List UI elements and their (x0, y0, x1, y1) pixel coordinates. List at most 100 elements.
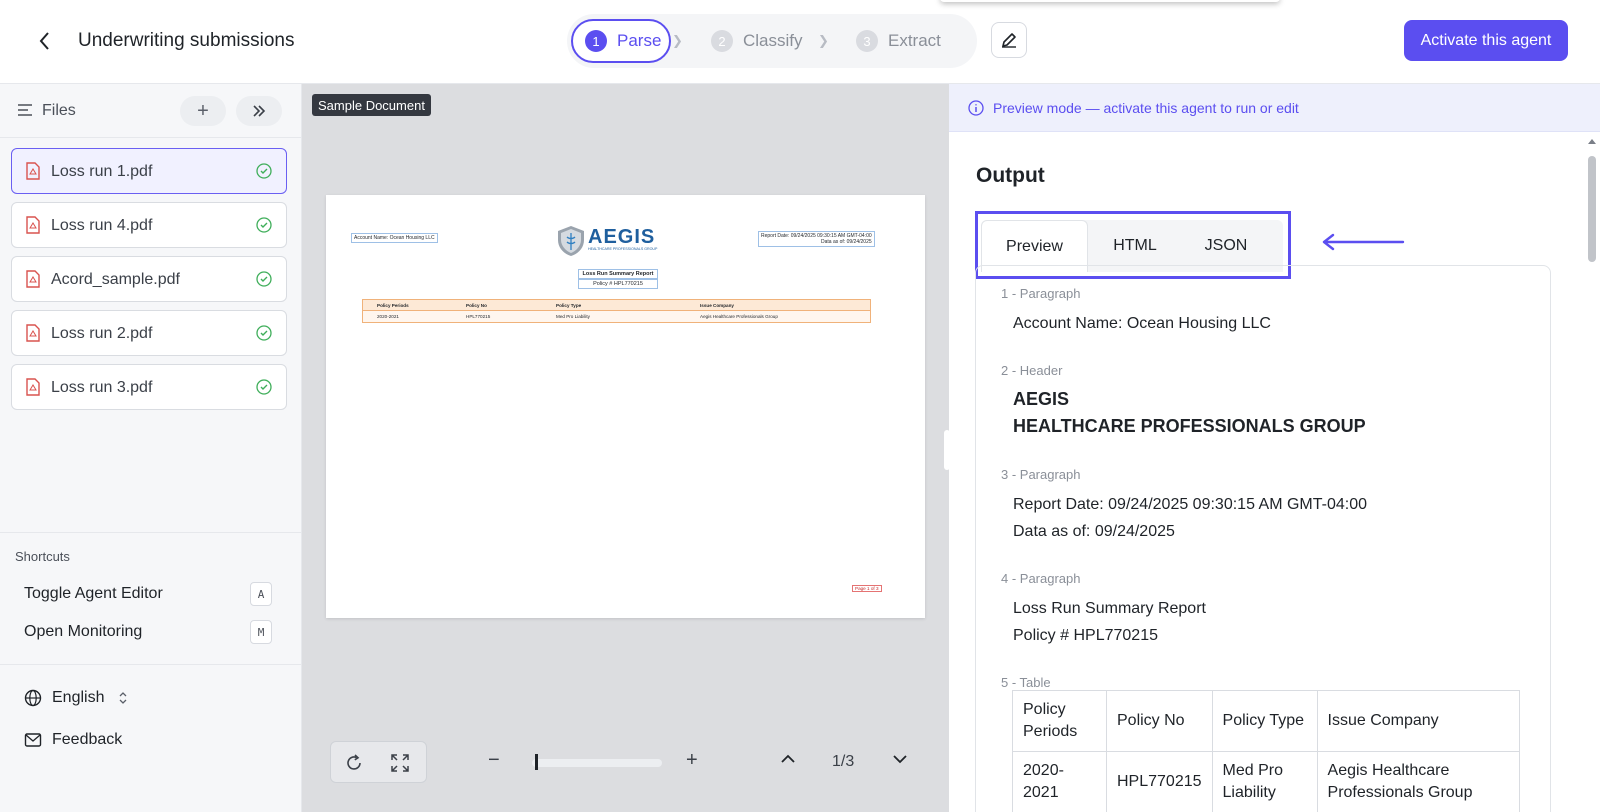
doc-data-as-of: Data as of: 09/24/2025 (821, 239, 872, 245)
floating-panel-edge (940, 0, 1280, 2)
preview-mode-message: Preview mode — activate this agent to ru… (993, 100, 1299, 116)
fullscreen-button[interactable] (389, 752, 411, 774)
scrollbar-thumb[interactable] (1588, 156, 1596, 262)
rotate-icon (347, 754, 361, 770)
section-line: HEALTHCARE PROFESSIONALS GROUP (1013, 416, 1366, 436)
info-icon (968, 100, 984, 116)
logo-text: AEGIS (588, 226, 656, 248)
top-bar: Underwriting submissions 1 Parse ❯ 2 Cla… (0, 0, 1600, 84)
table-header-row: Policy Periods Policy No Policy Type Iss… (1012, 690, 1521, 752)
doc-table-cell: HPL770215 (466, 314, 491, 319)
next-page-button[interactable] (892, 752, 908, 770)
step-extract[interactable]: 3 Extract (856, 19, 941, 63)
logo-subtitle: HEALTHCARE PROFESSIONALS GROUP (588, 247, 658, 251)
table-cell: Med Pro Liability (1211, 751, 1318, 812)
chevron-right-icon: ❯ (818, 33, 829, 48)
shortcut-toggle-agent-editor[interactable]: Toggle Agent Editor (24, 585, 163, 603)
activate-agent-button[interactable]: Activate this agent (1404, 20, 1568, 61)
check-circle-icon (256, 379, 272, 395)
arrow-left-annotation-icon (1322, 233, 1405, 251)
file-item[interactable]: Acord_sample.pdf (11, 256, 287, 302)
doc-table-cell: Aegis Healthcare Professionals Group (700, 314, 778, 319)
check-circle-icon (256, 217, 272, 233)
double-chevron-right-icon (253, 105, 266, 117)
table-header-cell: Policy Type (1211, 690, 1318, 752)
output-table: Policy Periods Policy No Policy Type Iss… (1012, 690, 1521, 812)
doc-table-cell: Policy Type (556, 302, 582, 308)
step-parse[interactable]: 1 Parse (571, 19, 671, 63)
section-text: Loss Run Summary Report Policy # HPL7702… (1013, 595, 1206, 649)
section-label: 3 - Paragraph (1001, 467, 1081, 482)
step-number: 2 (711, 30, 733, 52)
document-viewer: Sample Document Account Name: Ocean Hous… (302, 84, 949, 812)
doc-policy: Policy # HPL770215 (578, 279, 658, 289)
expand-sidebar-button[interactable] (236, 96, 282, 126)
section-label: 2 - Header (1001, 363, 1063, 378)
aegis-logo: AEGIS HEALTHCARE PROFESSIONALS GROUP (556, 225, 658, 257)
file-item[interactable]: Loss run 3.pdf (11, 364, 287, 410)
file-name: Loss run 3.pdf (51, 379, 153, 396)
feedback-label: Feedback (52, 731, 123, 748)
zoom-slider-thumb[interactable] (534, 754, 538, 770)
expand-icon (391, 754, 409, 772)
table-cell: Aegis Healthcare Professionals Group (1316, 751, 1521, 812)
add-file-button[interactable]: + (180, 96, 226, 126)
chevron-up-icon (781, 754, 795, 763)
chevron-left-icon (39, 32, 49, 50)
section-line: AEGIS (1013, 389, 1070, 409)
section-text: Account Name: Ocean Housing LLC (1013, 310, 1271, 337)
edit-button[interactable] (991, 22, 1027, 58)
output-title: Output (976, 164, 1045, 187)
files-label: Files (42, 102, 76, 119)
file-item[interactable]: Loss run 2.pdf (11, 310, 287, 356)
doc-table: Policy Periods Policy No Policy Type Iss… (362, 299, 871, 323)
document-page[interactable]: Account Name: Ocean Housing LLC AEGIS HE… (326, 195, 925, 618)
language-selector[interactable]: English (24, 689, 138, 707)
check-circle-icon (256, 325, 272, 341)
doc-table-cell: Policy No (466, 302, 487, 308)
rotate-button[interactable] (343, 752, 365, 774)
chevron-up-down-icon (120, 692, 127, 704)
section-line: Data as of: 09/24/2025 (1013, 523, 1175, 540)
mail-icon (24, 733, 42, 747)
list-icon (18, 104, 32, 116)
section-line: Policy # HPL770215 (1013, 627, 1158, 644)
output-panel: Preview mode — activate this agent to ru… (949, 84, 1600, 812)
pdf-file-icon (26, 162, 40, 180)
section-label: 5 - Table (1001, 675, 1051, 690)
chevron-right-icon: ❯ (672, 33, 683, 48)
doc-table-cell: 2020-2021 (377, 314, 399, 319)
language-label: English (52, 689, 105, 706)
section-text: Report Date: 09/24/2025 09:30:15 AM GMT-… (1013, 491, 1367, 545)
zoom-slider[interactable] (532, 759, 662, 767)
step-label: Parse (617, 31, 662, 50)
back-button[interactable] (30, 26, 60, 56)
file-item[interactable]: Loss run 1.pdf (11, 148, 287, 194)
zoom-in-button[interactable]: + (686, 749, 698, 772)
shortcut-open-monitoring[interactable]: Open Monitoring (24, 623, 142, 641)
previous-page-button[interactable] (780, 752, 796, 770)
pdf-file-icon (26, 378, 40, 396)
table-cell: HPL770215 (1106, 751, 1213, 812)
zoom-out-button[interactable]: − (488, 749, 500, 772)
table-header-cell: Issue Company (1316, 690, 1521, 752)
pdf-file-icon (26, 216, 40, 234)
step-classify[interactable]: 2 Classify (711, 19, 803, 63)
file-name: Loss run 2.pdf (51, 325, 153, 342)
preview-mode-banner: Preview mode — activate this agent to ru… (949, 84, 1600, 132)
globe-icon (24, 689, 42, 707)
table-header-cell: Policy No (1106, 690, 1213, 752)
output-scrollbar[interactable] (1585, 136, 1599, 812)
file-item[interactable]: Loss run 4.pdf (11, 202, 287, 248)
feedback-link[interactable]: Feedback (24, 731, 122, 749)
file-name: Loss run 4.pdf (51, 217, 153, 234)
sidebar-footer: English Feedback (0, 664, 302, 812)
section-line: Report Date: 09/24/2025 09:30:15 AM GMT-… (1013, 496, 1367, 513)
table-row: 2020-2021 HPL770215 Med Pro Liability Ae… (1012, 751, 1521, 812)
doc-table-cell: Issue Company (700, 302, 734, 308)
shortcut-key: A (250, 582, 272, 606)
viewer-toolbar (330, 741, 427, 783)
check-circle-icon (256, 163, 272, 179)
shortcuts-panel: Shortcuts Toggle Agent Editor A Open Mon… (0, 532, 302, 664)
document-badge: Sample Document (312, 94, 431, 116)
